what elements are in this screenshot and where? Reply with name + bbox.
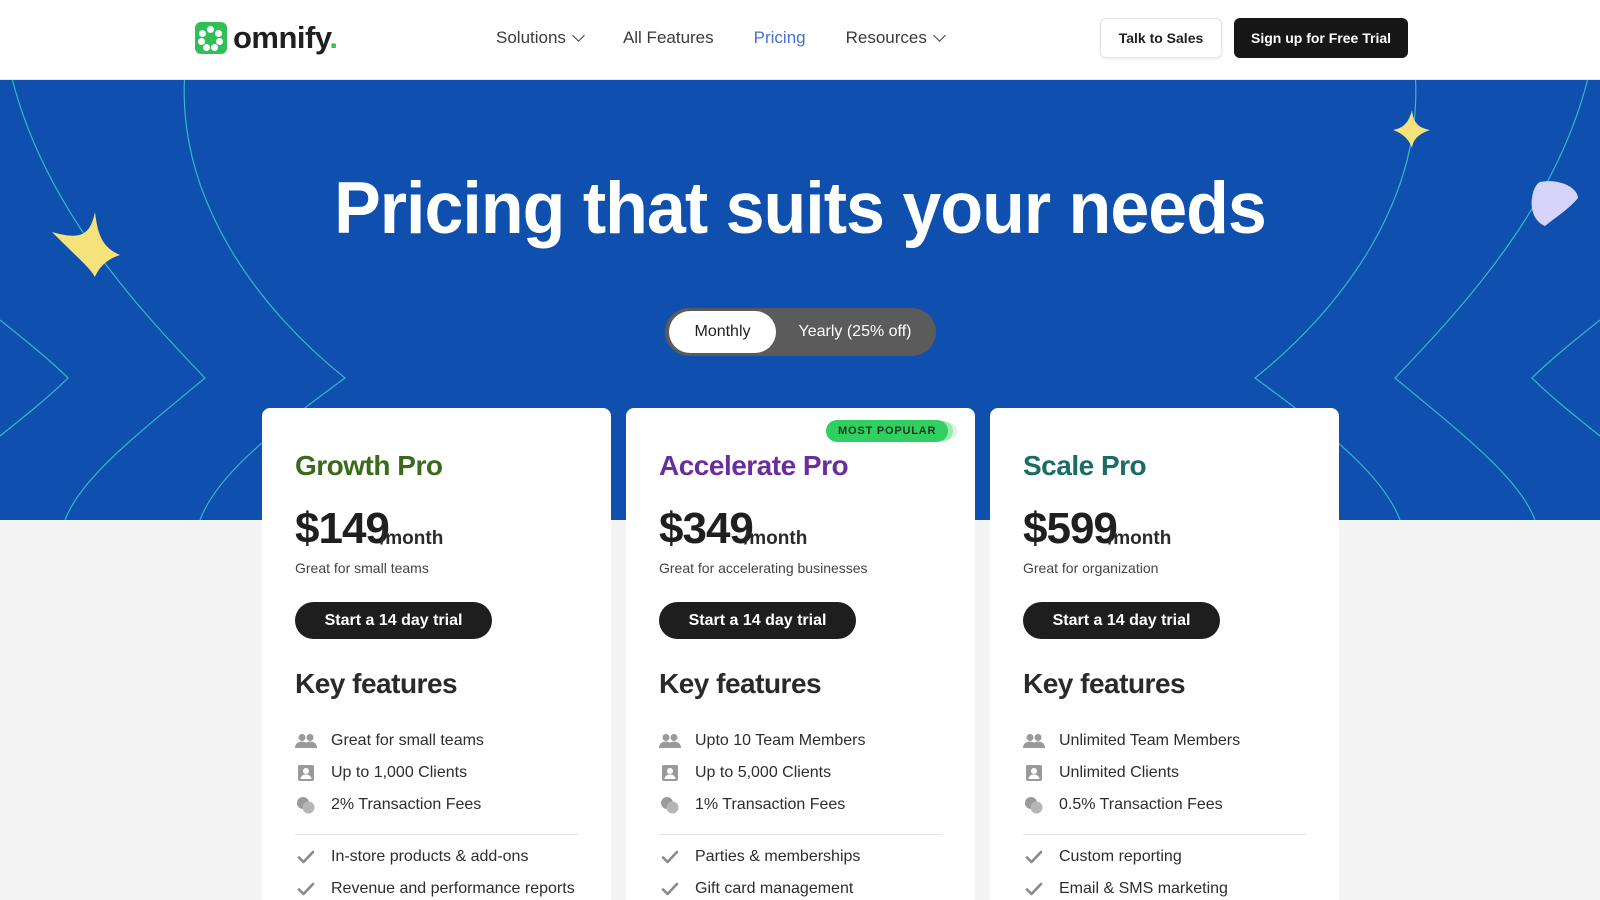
plan-card-scale-pro: Scale Pro $599/month Great for organizatio… — [990, 408, 1339, 900]
plan-feature-item: Revenue and performance reports — [295, 880, 575, 898]
nav-pricing-label: Pricing — [753, 28, 806, 47]
checkmark-icon — [295, 848, 317, 866]
plan-limit-text: Upto 10 Team Members — [695, 732, 866, 749]
plan-limit-text: Great for small teams — [331, 732, 484, 749]
plan-limit-item: Unlimited Team Members — [1023, 732, 1240, 750]
plan-name: Accelerate Pro — [659, 450, 849, 481]
plan-feature-item: Custom reporting — [1023, 848, 1182, 866]
team-members-icon — [1023, 732, 1045, 750]
plan-limit-item: 0.5% Transaction Fees — [1023, 796, 1223, 814]
checkmark-icon — [1023, 848, 1045, 866]
plan-feature-item: In-store products & add-ons — [295, 848, 528, 866]
nav-pricing[interactable]: Pricing — [754, 28, 806, 48]
page-title: Pricing that suits your needs — [334, 167, 1267, 249]
plan-feature-text: Gift card management — [695, 880, 854, 897]
key-features-heading: Key features — [295, 668, 458, 699]
plan-card-accelerate-pro: MOST POPULAR Accelerate Pro $349/month Grea… — [626, 408, 975, 900]
start-trial-button[interactable]: Start a 14 day trial — [295, 602, 492, 639]
plan-limit-text: 1% Transaction Fees — [695, 796, 846, 813]
clients-icon — [659, 764, 681, 782]
transaction-fees-icon — [659, 796, 681, 814]
logo-text: omnify. — [233, 20, 338, 55]
plan-name: Scale Pro — [1023, 450, 1147, 481]
plan-limit-text: Up to 1,000 Clients — [331, 764, 468, 781]
plan-period: /month — [744, 528, 808, 549]
start-trial-button[interactable]: Start a 14 day trial — [1023, 602, 1220, 639]
plan-limit-text: Unlimited Team Members — [1059, 732, 1241, 749]
plan-limit-text: 2% Transaction Fees — [331, 796, 482, 813]
plan-feature-text: Parties & memberships — [695, 848, 861, 865]
star-icon — [1393, 110, 1430, 148]
plan-limit-item: Unlimited Clients — [1023, 764, 1179, 782]
talk-to-sales-button[interactable]: Talk to Sales — [1100, 18, 1222, 58]
plan-name: Growth Pro — [295, 450, 443, 481]
plan-price: $349 — [659, 504, 754, 553]
key-features-heading: Key features — [659, 668, 822, 699]
plan-limit-text: Unlimited Clients — [1059, 764, 1180, 781]
nav-solutions-label: Solutions — [496, 28, 566, 47]
plan-feature-item: Parties & memberships — [659, 848, 860, 866]
signup-free-trial-button[interactable]: Sign up for Free Trial — [1234, 18, 1408, 58]
team-members-icon — [295, 732, 317, 750]
features-divider — [1023, 834, 1306, 835]
most-popular-badge: MOST POPULAR — [826, 420, 949, 442]
start-trial-button[interactable]: Start a 14 day trial — [659, 602, 856, 639]
features-divider — [659, 834, 942, 835]
chevron-down-icon — [933, 29, 946, 42]
plan-feature-text: Revenue and performance reports — [331, 880, 575, 897]
plan-price: $149 — [295, 504, 390, 553]
billing-period-toggle: Monthly Yearly (25% off) — [665, 308, 936, 356]
billing-yearly-option[interactable]: Yearly (25% off) — [778, 311, 932, 353]
nav-all-features[interactable]: All Features — [623, 28, 714, 48]
billing-monthly-option[interactable]: Monthly — [669, 311, 776, 353]
plan-feature-text: Email & SMS marketing — [1059, 880, 1228, 897]
nav-solutions[interactable]: Solutions — [496, 28, 585, 48]
checkmark-icon — [659, 848, 681, 866]
key-features-heading: Key features — [1023, 668, 1186, 699]
checkmark-icon — [659, 880, 681, 898]
omnify-logo[interactable]: omnify. — [195, 20, 338, 56]
plan-limit-item: Upto 10 Team Members — [659, 732, 865, 750]
plan-feature-item: Email & SMS marketing — [1023, 880, 1228, 898]
plan-tagline: Great for accelerating businesses — [659, 560, 868, 576]
transaction-fees-icon — [295, 796, 317, 814]
plan-limit-item: Great for small teams — [295, 732, 484, 750]
plan-limit-item: 2% Transaction Fees — [295, 796, 481, 814]
main-nav: Solutions All Features Pricing Resources — [496, 0, 984, 76]
omnify-logo-icon — [195, 22, 227, 54]
clients-icon — [1023, 764, 1045, 782]
features-divider — [295, 834, 578, 835]
plan-limit-text: 0.5% Transaction Fees — [1059, 796, 1223, 813]
plan-tagline: Great for organization — [1023, 560, 1159, 576]
checkmark-icon — [295, 880, 317, 898]
plan-limit-item: Up to 1,000 Clients — [295, 764, 467, 782]
nav-all-features-label: All Features — [622, 28, 714, 47]
nav-resources[interactable]: Resources — [845, 28, 946, 48]
plan-card-growth-pro: Growth Pro $149/month Great for small team… — [262, 408, 611, 900]
plan-price: $599 — [1023, 504, 1118, 553]
site-header: omnify. Solutions All Features Pricing R… — [0, 0, 1600, 80]
plan-period: /month — [380, 528, 444, 549]
nav-resources-label: Resources — [845, 28, 927, 47]
plan-feature-text: Custom reporting — [1059, 848, 1182, 865]
plan-feature-item: Gift card management — [659, 880, 853, 898]
plan-limit-item: Up to 5,000 Clients — [659, 764, 831, 782]
clients-icon — [295, 764, 317, 782]
plan-limit-item: 1% Transaction Fees — [659, 796, 845, 814]
plan-period: /month — [1108, 528, 1172, 549]
team-members-icon — [659, 732, 681, 750]
plan-limit-text: Up to 5,000 Clients — [695, 764, 832, 781]
plan-feature-text: In-store products & add-ons — [331, 848, 529, 865]
plan-tagline: Great for small teams — [295, 560, 429, 576]
checkmark-icon — [1023, 880, 1045, 898]
chevron-down-icon — [572, 29, 585, 42]
transaction-fees-icon — [1023, 796, 1045, 814]
